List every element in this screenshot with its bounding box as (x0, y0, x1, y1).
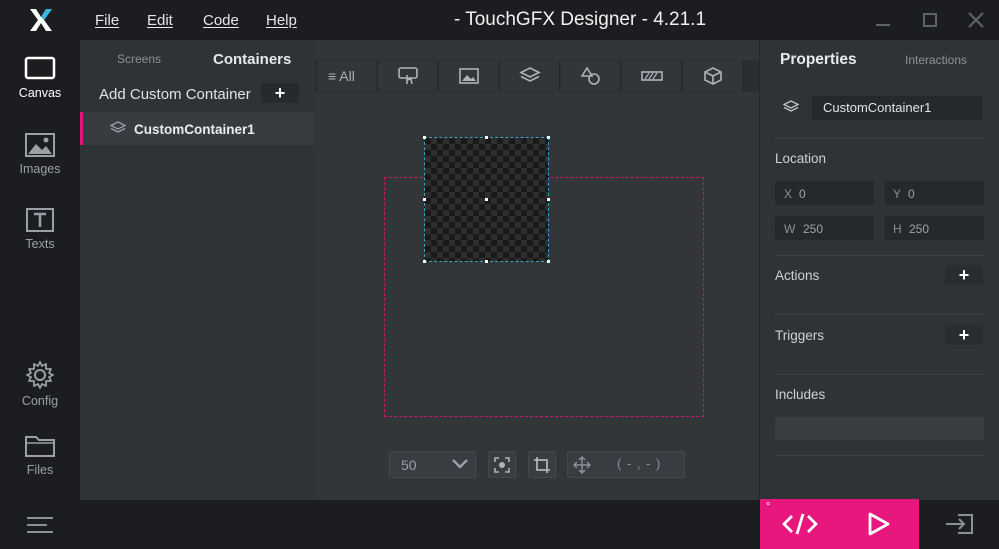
x-key: X (784, 187, 793, 201)
text-icon (26, 208, 54, 232)
crop-button[interactable] (528, 451, 556, 478)
layers-icon (519, 67, 541, 82)
resize-handle[interactable] (423, 198, 426, 201)
resize-handle[interactable] (423, 136, 426, 139)
nav-files-label: Files (26, 463, 54, 477)
chevron-down-icon (452, 459, 468, 469)
layers-icon (783, 100, 799, 112)
container-name-value: CustomContainer1 (823, 100, 932, 115)
divider (775, 314, 984, 315)
add-custom-container-button[interactable]: + (261, 83, 299, 103)
touch-icon (398, 67, 418, 85)
run-panel: ° (760, 499, 919, 549)
filter-progress-button[interactable] (622, 61, 682, 91)
touchgfx-logo-icon[interactable] (22, 6, 58, 34)
zoom-value: 50 (401, 457, 417, 473)
add-action-button[interactable]: + (945, 265, 983, 285)
nav-images-label: Images (19, 162, 61, 176)
x-value: 0 (799, 187, 806, 201)
folder-icon (25, 436, 55, 457)
generate-code-button[interactable] (782, 512, 818, 536)
shapes-icon (580, 66, 600, 85)
run-simulator-button[interactable] (866, 511, 892, 537)
location-heading: Location (775, 151, 827, 166)
image-icon (459, 68, 479, 84)
h-value: 250 (909, 222, 930, 236)
tab-screens[interactable]: Screens (117, 52, 161, 66)
left-navigation (0, 40, 80, 500)
nav-texts[interactable]: Texts (0, 207, 80, 251)
nav-canvas[interactable]: Canvas (0, 56, 80, 100)
coordinates-value: ( - , - ) (617, 456, 662, 471)
gear-icon (26, 361, 54, 389)
divider (775, 138, 984, 139)
tab-interactions[interactable]: Interactions (905, 53, 967, 67)
maximize-icon[interactable] (921, 11, 939, 29)
close-icon[interactable] (967, 11, 985, 29)
window-title: - TouchGFX Designer - 4.21.1 (453, 9, 707, 30)
menu-help[interactable]: Help (266, 12, 297, 29)
filter-container-button[interactable] (500, 61, 560, 91)
move-icon (573, 456, 591, 474)
w-value: 250 (803, 222, 824, 236)
actions-heading: Actions (775, 268, 820, 283)
resize-handle[interactable] (547, 136, 550, 139)
divider (775, 255, 984, 256)
filter-3d-button[interactable] (683, 61, 743, 91)
crop-icon (534, 457, 550, 473)
resize-handle[interactable] (423, 260, 426, 263)
filter-all-label: All (339, 68, 355, 84)
filter-touch-button[interactable] (378, 61, 438, 91)
includes-input[interactable] (775, 417, 984, 440)
nav-images[interactable]: Images (0, 132, 80, 176)
hamburger-menu-icon[interactable] (27, 516, 53, 534)
menu-code[interactable]: Code (203, 12, 239, 29)
nav-texts-label: Texts (25, 237, 55, 251)
w-key: W (784, 222, 796, 236)
y-value: 0 (908, 187, 915, 201)
center-handle[interactable] (485, 198, 488, 201)
tree-item-label: CustomContainer1 (134, 122, 255, 137)
nav-config-label: Config (21, 394, 59, 408)
resize-handle[interactable] (547, 198, 550, 201)
tab-containers[interactable]: Containers (213, 51, 291, 68)
list-icon: ≡ (328, 68, 337, 84)
resize-handle[interactable] (485, 260, 488, 263)
filter-image-button[interactable] (439, 61, 499, 91)
containers-panel (80, 40, 315, 500)
fit-to-screen-button[interactable] (488, 451, 516, 478)
triggers-heading: Triggers (775, 328, 825, 343)
h-key: H (893, 222, 902, 236)
nav-files[interactable]: Files (0, 433, 80, 477)
3d-cube-icon (704, 67, 722, 85)
focus-icon (494, 457, 510, 473)
status-dot-icon: ° (766, 501, 771, 513)
nav-config[interactable]: Config (0, 360, 80, 408)
divider (775, 374, 984, 375)
image-icon (25, 133, 55, 157)
filter-all-button[interactable]: ≡ All (318, 61, 376, 91)
exit-icon[interactable] (944, 512, 976, 536)
menu-file[interactable]: File (95, 12, 119, 29)
tab-properties[interactable]: Properties (780, 51, 857, 69)
y-key: Y (893, 187, 902, 201)
add-custom-container-label: Add Custom Container (99, 86, 251, 103)
nav-canvas-label: Canvas (18, 86, 62, 100)
includes-heading: Includes (775, 387, 826, 402)
layers-icon (110, 121, 126, 133)
menu-edit[interactable]: Edit (147, 12, 173, 29)
resize-handle[interactable] (485, 136, 488, 139)
canvas-icon (24, 56, 56, 80)
minimize-icon[interactable] (874, 11, 892, 29)
add-trigger-button[interactable]: + (945, 325, 983, 345)
divider (775, 455, 984, 456)
resize-handle[interactable] (547, 260, 550, 263)
filter-shapes-button[interactable] (561, 61, 621, 91)
progress-icon (641, 71, 663, 81)
